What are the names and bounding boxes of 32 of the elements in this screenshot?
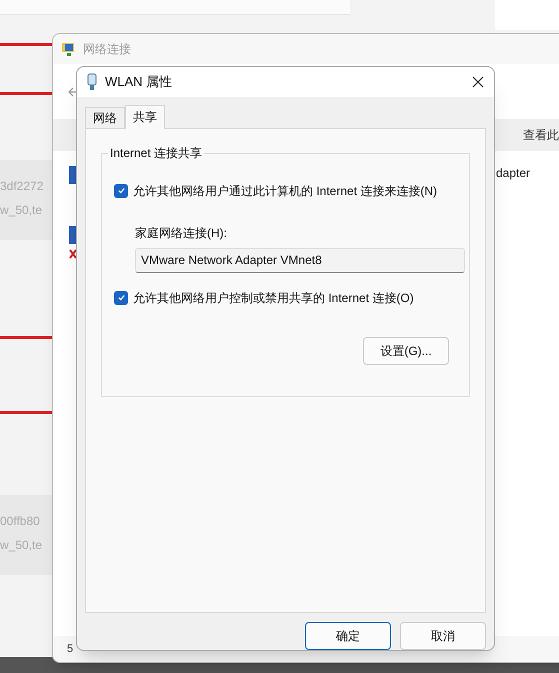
highlight-line — [0, 411, 52, 414]
snippet-text: w_50,te — [0, 202, 44, 218]
checkbox[interactable] — [114, 290, 128, 305]
highlight-line — [0, 43, 52, 46]
home-network-field[interactable]: VMware Network Adapter VMnet8 — [135, 248, 465, 273]
close-icon[interactable] — [472, 76, 484, 88]
settings-button[interactable]: 设置(G)... — [363, 336, 449, 365]
error-x-icon — [69, 249, 77, 259]
highlight-line — [0, 336, 52, 339]
field-label: 家庭网络连接(H): — [135, 224, 228, 242]
dialog-title: WLAN 属性 — [105, 73, 174, 92]
dialog-button[interactable]: 取消 — [400, 622, 486, 650]
snippet-text: 00ffb80 — [0, 513, 41, 529]
adapter-text: dapter — [496, 165, 530, 182]
snippet-text: 3df2272 — [0, 178, 44, 194]
back-arrow-icon[interactable] — [67, 86, 79, 98]
item-count: 5 — [67, 642, 74, 657]
window-title: 网络连接 — [83, 41, 131, 58]
command-link[interactable]: 查看此 — [523, 126, 559, 144]
checkbox[interactable] — [114, 184, 128, 198]
network-folder-icon — [61, 41, 77, 57]
checkbox-label: 允许其他网络用户控制或禁用共享的 Internet 连接(O) — [133, 290, 414, 307]
highlight-line — [0, 92, 52, 95]
snippet-text: w_50,te — [0, 537, 44, 553]
group-legend: Internet 连接共享 — [108, 144, 204, 161]
checkbox-label: 允许其他网络用户通过此计算机的 Internet 连接来连接(N) — [133, 182, 438, 200]
checkmark-icon — [116, 293, 126, 302]
tab[interactable]: 网络 — [85, 106, 125, 128]
tab[interactable]: 共享 — [125, 104, 165, 129]
adapter-icon — [87, 72, 97, 91]
dialog-button[interactable]: 确定 — [305, 622, 391, 650]
checkmark-icon — [116, 186, 126, 196]
